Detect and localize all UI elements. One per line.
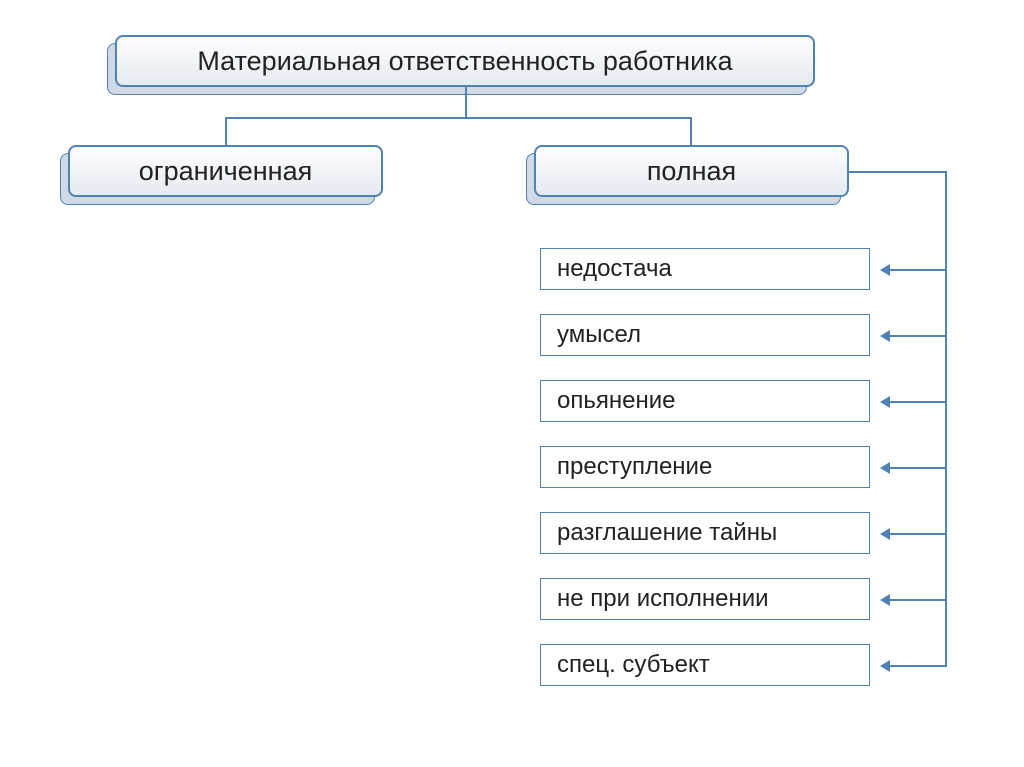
arrow-left-icon [880, 660, 890, 672]
item-box: умысел [540, 314, 870, 356]
item-box: опьянение [540, 380, 870, 422]
item-box: спец. субъект [540, 644, 870, 686]
arrow-left-icon [880, 462, 890, 474]
arrow-left-icon [880, 330, 890, 342]
connector-branch-to-bus [849, 171, 947, 173]
connector-item-h [890, 665, 945, 667]
item-label: недостача [557, 255, 672, 283]
item-box: не при исполнении [540, 578, 870, 620]
connector-bus-vertical [945, 171, 947, 667]
item-box: разглашение тайны [540, 512, 870, 554]
connector-item-h [890, 335, 945, 337]
connector-v-right [690, 117, 692, 145]
branch-left-node: ограниченная [68, 145, 383, 197]
connector-h-main [225, 117, 692, 119]
arrow-left-icon [880, 396, 890, 408]
item-label: умысел [557, 321, 641, 349]
item-label: преступление [557, 453, 712, 481]
connector-v-root [465, 87, 467, 117]
branch-left-label: ограниченная [68, 145, 383, 197]
item-label: опьянение [557, 387, 675, 415]
connector-item-h [890, 599, 945, 601]
item-label: разглашение тайны [557, 519, 777, 547]
root-node: Материальная ответственность работника [115, 35, 815, 87]
connector-item-h [890, 269, 945, 271]
branch-right-label: полная [534, 145, 849, 197]
connector-item-h [890, 467, 945, 469]
branch-right-node: полная [534, 145, 849, 197]
arrow-left-icon [880, 594, 890, 606]
root-label: Материальная ответственность работника [115, 35, 815, 87]
item-box: недостача [540, 248, 870, 290]
connector-item-h [890, 533, 945, 535]
connector-item-h [890, 401, 945, 403]
item-box: преступление [540, 446, 870, 488]
item-label: не при исполнении [557, 585, 769, 613]
item-label: спец. субъект [557, 651, 710, 679]
arrow-left-icon [880, 264, 890, 276]
connector-v-left [225, 117, 227, 145]
arrow-left-icon [880, 528, 890, 540]
